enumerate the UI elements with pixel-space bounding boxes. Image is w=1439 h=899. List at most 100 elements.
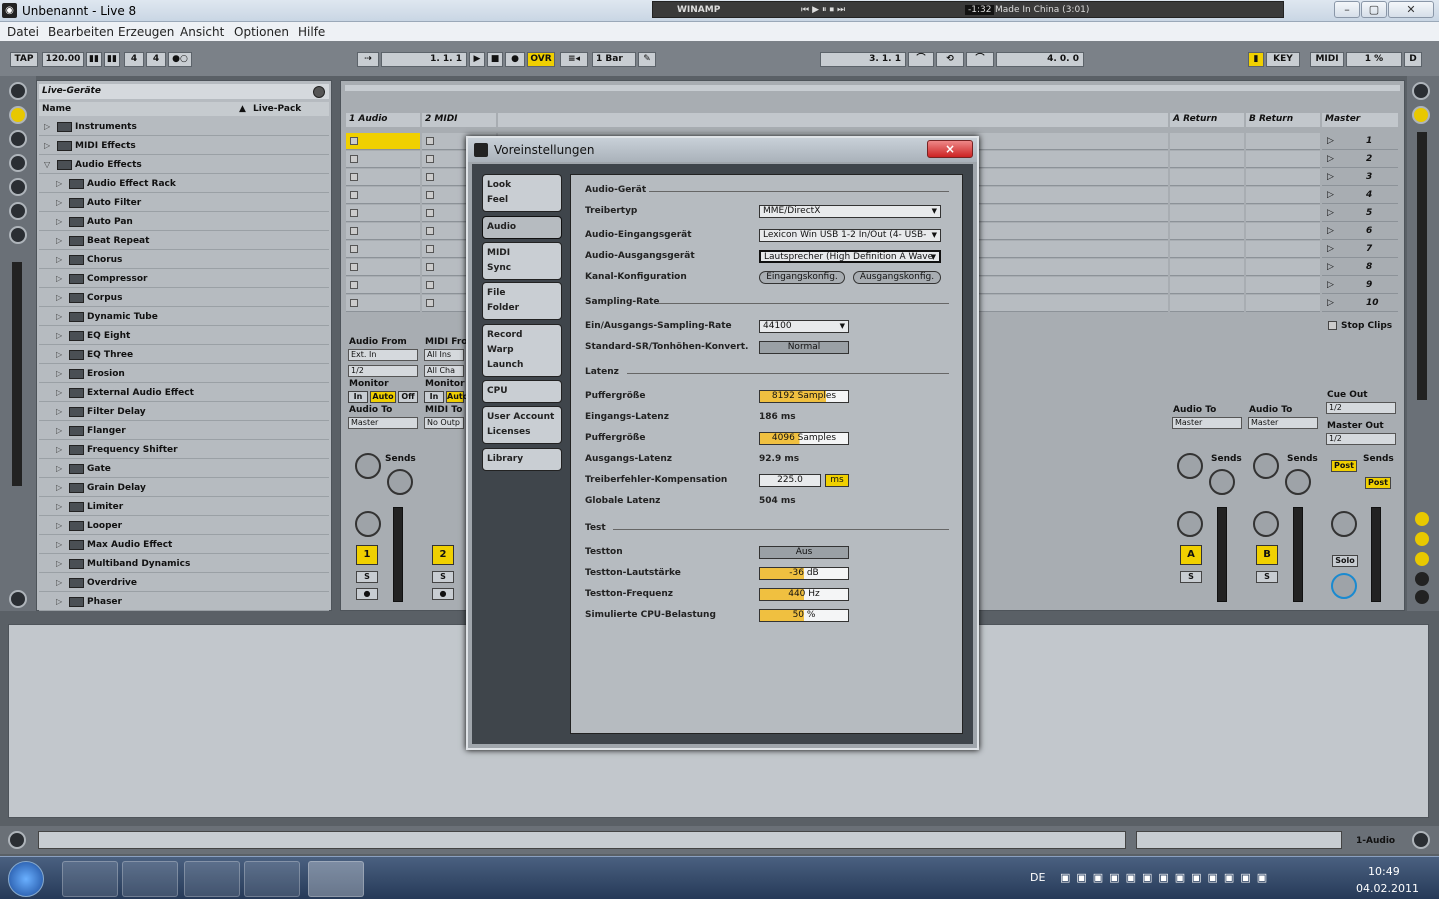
return-a-send-b-knob[interactable] <box>1209 469 1235 495</box>
monitor-off-button[interactable]: Off <box>398 391 418 403</box>
browser-item[interactable]: ▷ Frequency Shifter <box>39 441 329 459</box>
scene-slot[interactable]: ▷ 9 <box>1322 277 1398 294</box>
clip-stop-icon[interactable] <box>350 173 358 181</box>
monitor-auto-button[interactable]: Auto <box>370 391 396 403</box>
solo-button-1[interactable]: S <box>356 571 378 583</box>
clip-slot[interactable] <box>1170 187 1244 204</box>
nav-cpu[interactable]: CPU <box>482 380 562 403</box>
session-scrollbar[interactable] <box>1417 132 1427 400</box>
expand-open-icon[interactable]: ▽ <box>44 156 50 174</box>
expand-closed-icon[interactable]: ▷ <box>56 251 62 269</box>
expand-closed-icon[interactable]: ▷ <box>56 308 62 326</box>
returns-toggle-icon[interactable] <box>1415 552 1429 566</box>
clip-slot[interactable] <box>346 133 420 150</box>
track-activator-2[interactable]: 2 <box>432 545 454 565</box>
io-toggle-icon[interactable] <box>1415 512 1429 526</box>
clip-slot[interactable] <box>1170 241 1244 258</box>
input-channel-dropdown[interactable]: 1/2 <box>348 365 418 377</box>
nav-user-account[interactable]: User Account Licenses <box>482 406 562 444</box>
solo-button-2[interactable]: S <box>432 571 454 583</box>
clip-stop-icon[interactable] <box>350 209 358 217</box>
plugin-devices-icon[interactable] <box>9 130 27 148</box>
return-b-pan-knob[interactable] <box>1253 511 1279 537</box>
browser-item[interactable]: ▷ External Audio Effect <box>39 384 329 402</box>
cue-out-dropdown[interactable]: 1/2 <box>1326 402 1396 414</box>
clip-slot[interactable] <box>346 205 420 222</box>
automation-icon[interactable]: ≡◂ <box>560 52 588 67</box>
file-browser-3-icon[interactable] <box>9 202 27 220</box>
volume-meter-1[interactable] <box>393 507 403 602</box>
live-devices-icon[interactable] <box>9 106 27 124</box>
menu-hilfe[interactable]: Hilfe <box>298 25 325 39</box>
browser-item[interactable]: ▽ Audio Effects <box>39 156 329 174</box>
menu-ansicht[interactable]: Ansicht <box>180 25 224 39</box>
track-title-b-return[interactable]: B Return <box>1246 113 1320 127</box>
clip-slot[interactable] <box>1170 277 1244 294</box>
winamp-transport-icons[interactable]: ⏮▶⏸⏹⏭ <box>801 5 848 15</box>
expand-closed-icon[interactable]: ▷ <box>56 498 62 516</box>
nav-library[interactable]: Library <box>482 448 562 471</box>
language-indicator[interactable]: DE <box>1030 871 1045 884</box>
winamp-bar[interactable]: WINAMP ⏮▶⏸⏹⏭ -1:32 Made In China (3:01) <box>652 1 1284 18</box>
src-button[interactable]: Normal <box>759 341 849 354</box>
nav-file[interactable]: File Folder <box>482 282 562 320</box>
browser-item[interactable]: ▷ Phaser <box>39 593 329 611</box>
stop-all-clips-icon[interactable] <box>1328 321 1337 330</box>
pan-knob-1[interactable] <box>355 511 381 537</box>
maximize-button[interactable]: ▢ <box>1361 1 1387 18</box>
session-view-icon[interactable] <box>1412 82 1430 100</box>
quantize-dropdown[interactable]: 1 Bar <box>592 52 636 67</box>
nav-midi[interactable]: MIDI Sync <box>482 242 562 280</box>
scene-launch-icon[interactable]: ▷ <box>1327 298 1334 308</box>
return-b-solo-button[interactable]: S <box>1256 571 1278 583</box>
expand-closed-icon[interactable]: ▷ <box>56 289 62 307</box>
clip-slot[interactable] <box>1170 133 1244 150</box>
clip-slot[interactable] <box>1246 205 1320 222</box>
clip-stop-icon[interactable] <box>426 227 434 235</box>
clip-slot[interactable] <box>1170 259 1244 276</box>
monitor-auto-button-2[interactable]: Auto <box>446 391 468 403</box>
info-view-icon[interactable] <box>8 831 26 849</box>
browser-item[interactable]: ▷ Max Audio Effect <box>39 536 329 554</box>
metronome-icon[interactable]: ●○ <box>168 52 192 67</box>
clip-stop-icon[interactable] <box>350 245 358 253</box>
clip-slot[interactable] <box>1246 151 1320 168</box>
nav-audio[interactable]: Audio <box>482 216 562 239</box>
browser-scrollbar[interactable] <box>12 262 22 486</box>
scene-slot[interactable]: ▷ 7 <box>1322 241 1398 258</box>
master-out-dropdown[interactable]: 1/2 <box>1326 433 1396 445</box>
file-browser-1-icon[interactable] <box>9 154 27 172</box>
expand-closed-icon[interactable]: ▷ <box>56 384 62 402</box>
clip-stop-icon[interactable] <box>426 263 434 271</box>
browser-item[interactable]: ▷ Dynamic Tube <box>39 308 329 326</box>
stop-icon[interactable]: ■ <box>487 52 503 67</box>
clip-slot[interactable] <box>1246 187 1320 204</box>
winamp-taskbar-icon[interactable] <box>184 861 240 897</box>
expand-closed-icon[interactable]: ▷ <box>56 327 62 345</box>
expand-closed-icon[interactable]: ▷ <box>56 517 62 535</box>
scene-slot[interactable]: ▷ 3 <box>1322 169 1398 186</box>
clip-slot[interactable] <box>1246 295 1320 312</box>
expand-closed-icon[interactable]: ▷ <box>56 536 62 554</box>
browser-item[interactable]: ▷ Audio Effect Rack <box>39 175 329 193</box>
expand-closed-icon[interactable]: ▷ <box>56 213 62 231</box>
browser-item[interactable]: ▷ Beat Repeat <box>39 232 329 250</box>
key-button[interactable]: KEY <box>1266 52 1300 67</box>
browser-item[interactable]: ▷ Limiter <box>39 498 329 516</box>
browser-item[interactable]: ▷ Auto Pan <box>39 213 329 231</box>
scene-slot[interactable]: ▷ 4 <box>1322 187 1398 204</box>
midi-from-dropdown[interactable]: All Ins <box>424 349 464 361</box>
clip-stop-icon[interactable] <box>350 227 358 235</box>
clock-date[interactable]: 04.02.2011 <box>1356 882 1419 895</box>
clip-slot[interactable] <box>346 169 420 186</box>
start-button[interactable] <box>8 861 44 897</box>
clip-slot[interactable] <box>1246 259 1320 276</box>
clock-time[interactable]: 10:49 <box>1368 865 1400 878</box>
scene-launch-icon[interactable]: ▷ <box>1327 280 1334 290</box>
arm-button-1[interactable]: ● <box>356 588 378 600</box>
clip-slot[interactable] <box>1170 151 1244 168</box>
file-browser-2-icon[interactable] <box>9 178 27 196</box>
monitor-in-button[interactable]: In <box>348 391 368 403</box>
expand-closed-icon[interactable]: ▷ <box>56 574 62 592</box>
signature-numerator[interactable]: 4 <box>124 52 144 67</box>
